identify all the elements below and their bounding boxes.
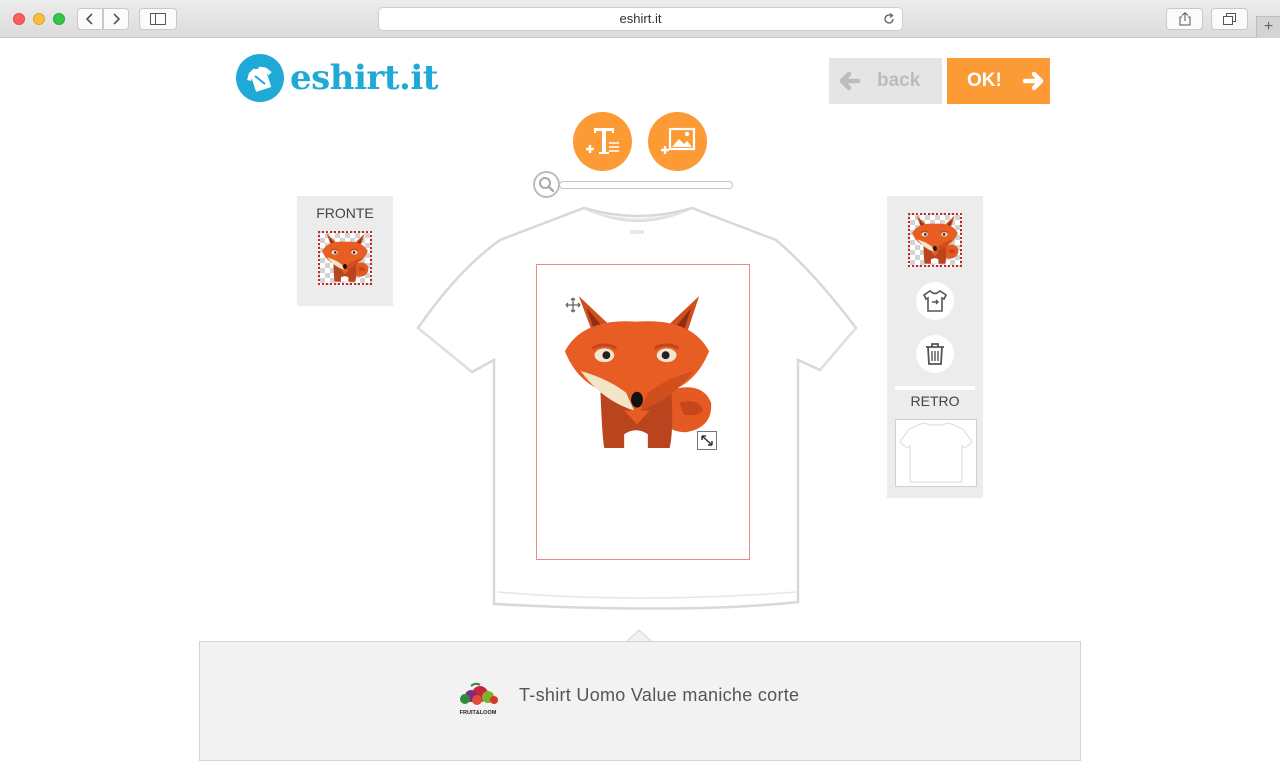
tabs-overview-button[interactable] bbox=[1211, 8, 1248, 30]
product-name: T-shirt Uomo Value maniche corte bbox=[519, 685, 800, 705]
chevron-left-icon bbox=[85, 13, 93, 25]
address-bar[interactable]: eshirt.it bbox=[378, 7, 903, 31]
resize-handle[interactable] bbox=[697, 431, 717, 450]
product-info-panel: FRUIT&LOOM T-shirt Uomo Value maniche co… bbox=[199, 641, 1081, 761]
share-icon bbox=[1179, 12, 1190, 26]
fox-thumbnail-image bbox=[911, 215, 959, 265]
arrow-left-icon bbox=[839, 71, 861, 91]
magnifier-icon bbox=[539, 177, 555, 193]
arrow-right-icon bbox=[1022, 71, 1044, 91]
brand-logo-image: FRUIT&LOOM bbox=[455, 682, 501, 716]
move-handle-icon[interactable] bbox=[565, 297, 581, 313]
front-panel-title: FRONTE bbox=[316, 205, 374, 221]
sidebar-icon bbox=[150, 13, 166, 25]
fox-design-image[interactable] bbox=[561, 294, 713, 452]
add-image-icon bbox=[660, 127, 695, 154]
trash-icon bbox=[926, 343, 944, 365]
url-text: eshirt.it bbox=[619, 11, 662, 26]
sidebar-toggle-button[interactable] bbox=[139, 8, 177, 30]
svg-text:FRUIT&LOOM: FRUIT&LOOM bbox=[460, 710, 497, 716]
zoom-handle[interactable] bbox=[533, 171, 560, 198]
panel-divider bbox=[895, 386, 975, 390]
tshirt-logo-icon bbox=[236, 54, 284, 102]
tabs-icon bbox=[1222, 13, 1236, 25]
chevron-right-icon bbox=[113, 13, 121, 25]
tshirt-back-icon bbox=[899, 422, 973, 483]
front-side-panel: FRONTE bbox=[297, 196, 393, 306]
delete-layer-button[interactable] bbox=[916, 335, 954, 373]
add-image-button[interactable] bbox=[648, 112, 707, 171]
back-panel-title: RETRO bbox=[910, 393, 960, 409]
selected-layer-thumbnail[interactable] bbox=[908, 213, 962, 267]
add-text-icon bbox=[585, 127, 619, 154]
logo-text: eshirt.it bbox=[290, 58, 439, 98]
minimize-window-button[interactable] bbox=[33, 13, 45, 25]
fullscreen-window-button[interactable] bbox=[53, 13, 65, 25]
new-tab-button[interactable]: + bbox=[1256, 16, 1280, 38]
ok-button-label: OK! bbox=[967, 70, 1002, 91]
fox-thumbnail-image bbox=[321, 233, 369, 283]
site-logo[interactable]: eshirt.it bbox=[236, 54, 439, 102]
share-button[interactable] bbox=[1166, 8, 1203, 30]
layers-panel: RETRO bbox=[887, 196, 983, 498]
resize-icon bbox=[701, 435, 713, 446]
change-product-button[interactable] bbox=[916, 282, 954, 320]
back-button[interactable]: back bbox=[829, 58, 942, 104]
close-window-button[interactable] bbox=[13, 13, 25, 25]
browser-toolbar: eshirt.it + bbox=[0, 0, 1280, 38]
front-layer-thumbnail[interactable] bbox=[318, 231, 372, 285]
reload-icon[interactable] bbox=[882, 12, 896, 26]
zoom-slider[interactable] bbox=[559, 181, 733, 189]
add-text-button[interactable] bbox=[573, 112, 632, 171]
back-nav-button[interactable] bbox=[77, 8, 103, 30]
tshirt-swap-icon bbox=[922, 290, 948, 312]
back-button-label: back bbox=[877, 70, 921, 91]
back-side-thumbnail[interactable] bbox=[895, 419, 977, 487]
forward-nav-button[interactable] bbox=[103, 8, 129, 30]
ok-button[interactable]: OK! bbox=[947, 58, 1050, 104]
